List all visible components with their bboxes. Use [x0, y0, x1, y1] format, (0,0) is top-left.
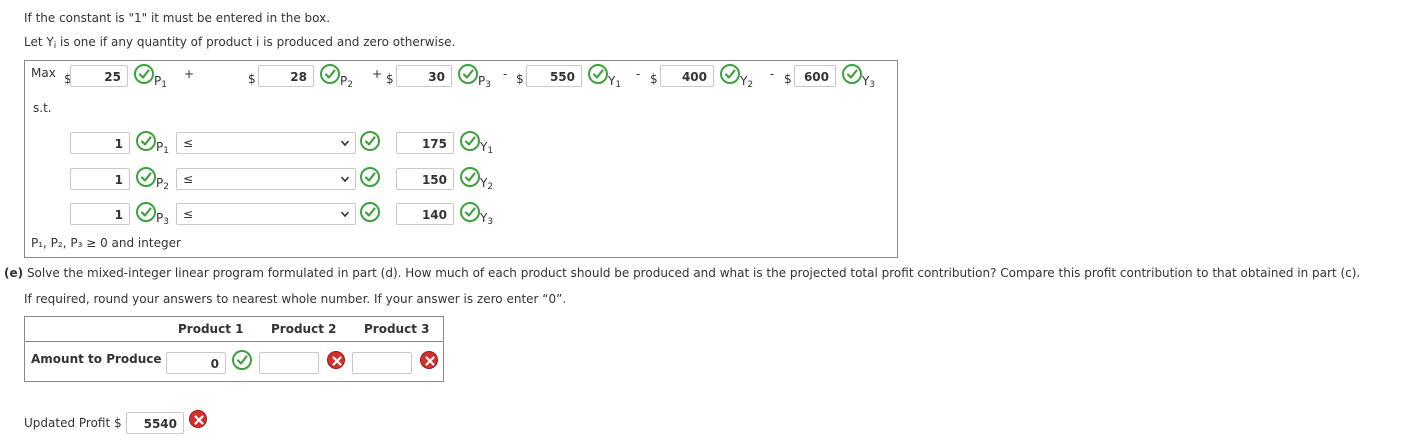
constraint-2-rhs[interactable]: 150: [396, 168, 454, 190]
check-circle-icon: [360, 202, 380, 222]
updated-profit-input[interactable]: 5540: [126, 412, 184, 434]
nonnegativity-constraint: P₁, P₂, P₃ ≥ 0 and integer: [31, 236, 181, 250]
objective-label: Max: [31, 66, 56, 80]
objective-sign-6: -: [770, 67, 775, 81]
check-circle-icon: [842, 64, 862, 84]
check-circle-icon: [360, 131, 380, 151]
check-circle-icon: [360, 167, 380, 187]
objective-coef-y3[interactable]: 600: [794, 65, 836, 87]
intro-line-1: If the constant is "1" it must be entere…: [24, 11, 331, 25]
objective-var-y1: Y1: [608, 74, 622, 90]
objective-sign-4: -: [503, 67, 508, 81]
objective-var-p2: P2: [340, 74, 353, 90]
amount-product-3-input[interactable]: [352, 352, 412, 374]
constraint-3-coef[interactable]: 1: [70, 203, 130, 225]
constraint-1-operator-select[interactable]: ≤: [176, 132, 356, 154]
objective-sign-5: -: [636, 67, 641, 81]
constraints-label: s.t.: [33, 101, 52, 115]
objective-coef-y1[interactable]: 550: [526, 65, 582, 87]
objective-dollar-2: $: [248, 72, 256, 86]
part-e-question: (e) Solve the mixed-integer linear progr…: [4, 266, 1360, 280]
constraint-1-rhs[interactable]: 175: [396, 132, 454, 154]
x-circle-icon: [189, 410, 207, 428]
constraint-3-rhs[interactable]: 140: [396, 203, 454, 225]
constraint-1-coef[interactable]: 1: [70, 132, 130, 154]
objective-sign-2: +: [184, 67, 195, 81]
objective-dollar-5: $: [650, 72, 658, 86]
constraint-2-yvar: Y2: [480, 176, 494, 192]
check-circle-icon: [136, 202, 156, 222]
table-row-label: Amount to Produce: [31, 352, 162, 366]
constraint-3-operator: ≤: [183, 207, 194, 221]
amount-product-2-input[interactable]: [259, 352, 319, 374]
intro-line-2-suffix: is one if any quantity of product i is p…: [56, 35, 456, 49]
objective-coef-p3[interactable]: 30: [396, 65, 452, 87]
part-e-instruction: If required, round your answers to neare…: [24, 292, 567, 306]
constraint-2-var: P2: [156, 176, 169, 192]
check-circle-icon: [232, 350, 252, 370]
part-e-question-text: Solve the mixed-integer linear program f…: [26, 266, 1361, 280]
amount-product-1-input[interactable]: 0: [166, 352, 226, 374]
check-circle-icon: [136, 131, 156, 151]
constraint-3-operator-select[interactable]: ≤: [176, 203, 356, 225]
table-header-product-1: Product 1: [178, 322, 244, 336]
check-circle-icon: [460, 202, 480, 222]
objective-dollar-4: $: [516, 72, 524, 86]
x-circle-icon: [420, 351, 438, 369]
objective-coef-p1[interactable]: 25: [70, 65, 128, 87]
constraint-1-operator: ≤: [183, 136, 194, 150]
check-circle-icon: [134, 64, 154, 84]
check-circle-icon: [460, 131, 480, 151]
objective-sign-3: +: [372, 67, 383, 81]
constraint-1-var: P1: [156, 140, 169, 156]
objective-dollar-3: $: [386, 72, 394, 86]
check-circle-icon: [136, 167, 156, 187]
objective-coef-p2[interactable]: 28: [258, 65, 314, 87]
check-circle-icon: [588, 64, 608, 84]
objective-var-y2: Y2: [740, 74, 754, 90]
constraint-1-yvar: Y1: [480, 140, 494, 156]
objective-dollar-6: $: [784, 72, 792, 86]
check-circle-icon: [458, 64, 478, 84]
objective-var-y3: Y3: [862, 74, 876, 90]
check-circle-icon: [320, 64, 340, 84]
chevron-down-icon: [340, 211, 350, 218]
updated-profit-label: Updated Profit $: [24, 416, 122, 430]
constraint-2-operator: ≤: [183, 172, 194, 186]
part-e-tag: (e): [4, 266, 24, 280]
objective-var-p3: P3: [478, 74, 491, 90]
intro-line-2-prefix: Let Y: [24, 35, 54, 49]
intro-line-2: Let Yi is one if any quantity of product…: [24, 35, 455, 51]
objective-var-p1: P1: [154, 74, 167, 90]
table-header-product-3: Product 3: [364, 322, 430, 336]
constraint-2-operator-select[interactable]: ≤: [176, 168, 356, 190]
chevron-down-icon: [340, 140, 350, 147]
table-header-product-2: Product 2: [271, 322, 337, 336]
objective-coef-y2[interactable]: 400: [660, 65, 714, 87]
check-circle-icon: [460, 167, 480, 187]
constraint-3-yvar: Y3: [480, 211, 494, 227]
x-circle-icon: [327, 351, 345, 369]
table-divider: [25, 341, 443, 342]
check-circle-icon: [720, 64, 740, 84]
constraint-3-var: P3: [156, 211, 169, 227]
constraint-2-coef[interactable]: 1: [70, 168, 130, 190]
chevron-down-icon: [340, 176, 350, 183]
